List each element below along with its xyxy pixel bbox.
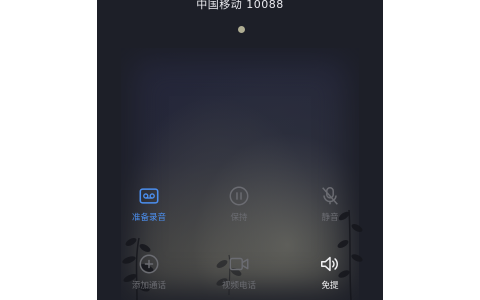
speaker-icon xyxy=(321,256,338,272)
speaker-button[interactable]: 免提 xyxy=(300,253,360,300)
moon-image xyxy=(238,26,245,33)
hold-button[interactable]: 保持 xyxy=(209,185,269,235)
record-button[interactable]: 准备录音 xyxy=(119,185,179,235)
record-label: 准备录音 xyxy=(131,213,166,223)
plus-circle-icon xyxy=(139,254,159,274)
add-call-button[interactable]: 添加通话 xyxy=(119,253,179,300)
record-icon xyxy=(139,188,159,204)
mic-off-icon xyxy=(322,187,338,205)
video-call-button[interactable]: 视频电话 xyxy=(209,253,269,300)
hold-label: 保持 xyxy=(230,213,248,223)
add-call-label: 添加通话 xyxy=(131,281,166,291)
video-call-label: 视频电话 xyxy=(221,281,256,291)
pause-icon xyxy=(229,186,249,206)
video-icon xyxy=(229,257,249,271)
caller-title: 中国移动 10088 xyxy=(196,0,284,11)
speaker-label: 免提 xyxy=(321,281,339,291)
mute-label: 静音 xyxy=(321,213,339,223)
call-screen: 中国移动 10088 准备录音 保持 静音 添加通话 视频电话 免提 xyxy=(97,0,383,300)
mute-button[interactable]: 静音 xyxy=(300,185,360,235)
